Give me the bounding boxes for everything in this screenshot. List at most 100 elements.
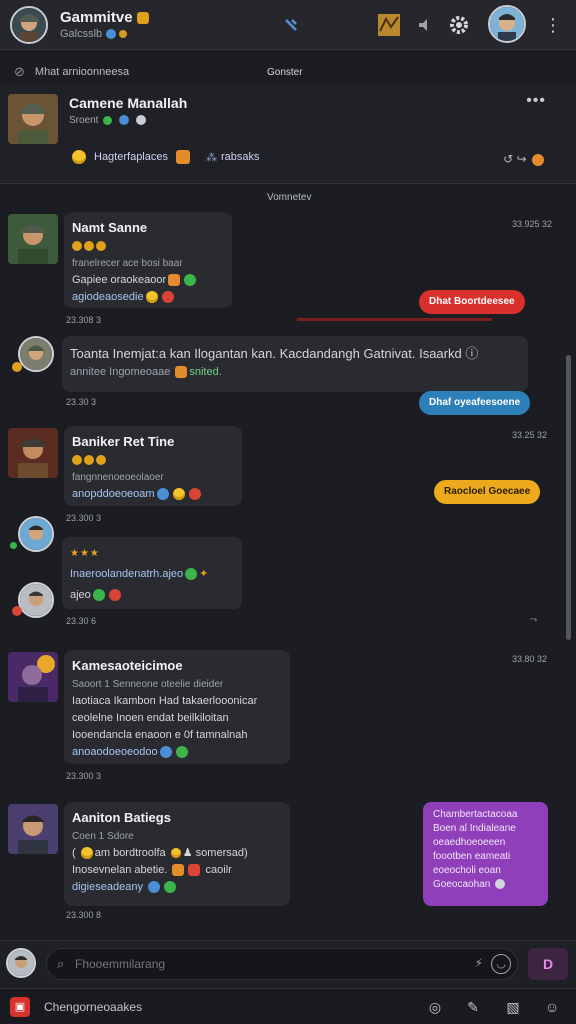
image-icon[interactable]: ▧ <box>503 997 523 1017</box>
sent-message-card[interactable]: Chambertactacoaa Boen al Indialeane oeae… <box>423 802 548 906</box>
emoji-icon <box>80 847 93 860</box>
card-line: oeaedhoeoeeen <box>433 837 506 848</box>
message-text-content: am bordtroolfa <box>94 847 166 859</box>
reply-icon[interactable]: ↺ <box>503 152 513 166</box>
emoji-icon <box>145 291 158 304</box>
channel-card: Camene Manallah Sroent ••• Hagterfaplace… <box>0 86 576 184</box>
bottom-label: Chengorneoaakes <box>44 1000 143 1014</box>
search-icon: ⌕ <box>57 956 65 971</box>
shield-icon <box>119 115 130 126</box>
message-bubble[interactable]: Baniker Ret Tine fangnnenoeoeolaoer anop… <box>64 426 242 506</box>
app-launcher-icon[interactable]: ▣ <box>10 997 30 1017</box>
app-subtitle-text: Galcsslb <box>60 28 103 40</box>
emoji-icon <box>159 746 172 759</box>
message-bubble[interactable]: ★★★ Inaeroolandenatrh.ajeo ✦ ajeo <box>62 537 242 609</box>
emoji-icon <box>148 881 161 894</box>
dragon-icon: ⁂ <box>206 151 217 164</box>
card-line: Goeocaohan <box>433 878 538 892</box>
message-timestamp: 23.30 6 <box>66 616 97 626</box>
message-input-wrap[interactable]: ⌕ ⚡ ◡ <box>46 948 518 980</box>
message-avatar[interactable] <box>8 428 58 478</box>
message-text-content: anopddoeoeoam <box>72 488 155 500</box>
app-avatar[interactable] <box>10 5 48 44</box>
message-bubble[interactable]: Toanta Inemjat:a kan Ilogantan kan. Kacd… <box>62 336 528 392</box>
message-text: fangnnenoeoeolaoer <box>72 472 164 483</box>
message-text: franelrecer ace bosi baar <box>72 258 183 269</box>
thread-icon[interactable]: ⊘ <box>14 64 25 80</box>
mute-icon[interactable] <box>412 12 438 38</box>
message-text: ajeo <box>70 587 234 604</box>
grin-emoji-icon <box>176 150 190 164</box>
message-timestamp: 23.30 3 <box>66 397 97 407</box>
message-avatar[interactable] <box>8 214 58 264</box>
card-line: foootben eameati <box>433 851 511 862</box>
message-text-content: ajeo <box>70 589 91 601</box>
card-line: Chambertactacoaa <box>433 809 518 820</box>
more-horizontal-icon[interactable]: ••• <box>526 92 546 110</box>
card-line: eoeocholi eoan <box>433 865 501 876</box>
day-separator: Vomnetev <box>267 192 312 203</box>
sticker-icon <box>168 274 181 287</box>
pen-icon[interactable]: ✎ <box>463 997 483 1017</box>
message-meta <box>72 452 234 469</box>
channel-name: Camene Manallah <box>69 95 188 111</box>
message-text: ceolelne Inoen endat beilkiloitan <box>72 712 229 724</box>
sent-message-pill[interactable]: Dhaf oyeafeesoene <box>419 391 531 415</box>
channel-tags[interactable]: Hagterfaplaces ⁂ rabsaks <box>70 150 260 164</box>
message-avatar[interactable] <box>8 804 58 854</box>
my-avatar[interactable] <box>6 948 36 978</box>
message-text: Inosevnelan abetie. caoilr <box>72 862 282 879</box>
ghost-icon: ♟ <box>182 847 193 859</box>
message-bubble[interactable]: Namt Sanne franelrecer ace bosi baar Gap… <box>64 212 232 308</box>
mic-icon[interactable]: ⚡ <box>475 956 483 970</box>
more-vertical-icon[interactable]: ⋮ <box>540 12 566 38</box>
message-text-content: digieseadeany <box>72 881 143 893</box>
message-text: Inaeroolandenatrh.ajeo ✦ <box>70 566 234 583</box>
message-author: Aaniton Batiegs <box>72 810 171 825</box>
message-avatar[interactable] <box>8 652 58 702</box>
browser-icon[interactable]: ◎ <box>425 997 445 1017</box>
message-author: Namt Sanne <box>72 220 148 235</box>
emoji-icon <box>164 881 177 894</box>
message-avatar[interactable] <box>18 516 54 552</box>
message-timestamp: 23.300 8 <box>66 910 102 920</box>
emoji-picker-icon[interactable]: ◡ <box>491 954 511 974</box>
emoji-icon[interactable]: ☺ <box>542 997 562 1017</box>
message-text: Iooendancla enaoon e 0f tamnalnah <box>72 729 248 741</box>
user-avatar[interactable] <box>488 5 526 43</box>
sent-message-pill[interactable]: Dhat Boortdeesee <box>419 290 525 314</box>
message-avatar[interactable] <box>18 336 54 372</box>
message-bubble[interactable]: Kamesaoteicimoe Saoort 1 Senneone oteeli… <box>64 650 290 764</box>
message-bubble[interactable]: Aaniton Batiegs Coen 1 Sdore ( am bordtr… <box>64 802 290 906</box>
channel-status-text: Sroent <box>69 115 99 126</box>
message-author: Baniker Ret Tine <box>72 434 175 449</box>
send-button[interactable]: D <box>528 948 568 980</box>
channel-actions[interactable]: ↺ ↪ <box>503 152 546 166</box>
feed-scrollbar[interactable] <box>566 355 571 640</box>
message-text: ( am bordtroolfa ♟ somersad) <box>72 847 248 860</box>
channel-center-label: Gonster <box>267 66 303 78</box>
reaction-icon[interactable] <box>532 153 544 166</box>
forward-icon[interactable]: ↪ <box>517 152 527 166</box>
sent-message-pill[interactable]: Raocloel Goecaee <box>434 480 541 504</box>
sparkle-icon: ✦ <box>199 568 209 580</box>
message-input[interactable] <box>75 957 455 971</box>
forward-icon[interactable]: ⤳ <box>530 614 537 625</box>
message-text: Gapiee oraokeaoor <box>72 272 224 289</box>
unread-divider <box>297 318 492 321</box>
sticker-icon <box>175 366 188 379</box>
channel-tags-label-2: rabsaks <box>221 151 260 163</box>
message-text: anoaodoeoeodoo <box>72 744 282 761</box>
card-line: Boen al Indialeane <box>433 823 516 834</box>
message-avatar[interactable] <box>18 582 54 618</box>
message-meta: ★★★ <box>70 545 234 562</box>
message-author: Kamesaoteicimoe <box>72 658 183 673</box>
card-line-text: Goeocaohan <box>433 879 491 890</box>
map-icon[interactable] <box>376 12 402 38</box>
channel-avatar[interactable] <box>8 94 58 144</box>
sticker-icon <box>188 864 201 877</box>
pin-icon[interactable] <box>278 12 304 38</box>
star-rating: ★★★ <box>70 548 100 559</box>
emoji-icon <box>170 848 181 859</box>
gear-icon[interactable] <box>446 12 472 38</box>
